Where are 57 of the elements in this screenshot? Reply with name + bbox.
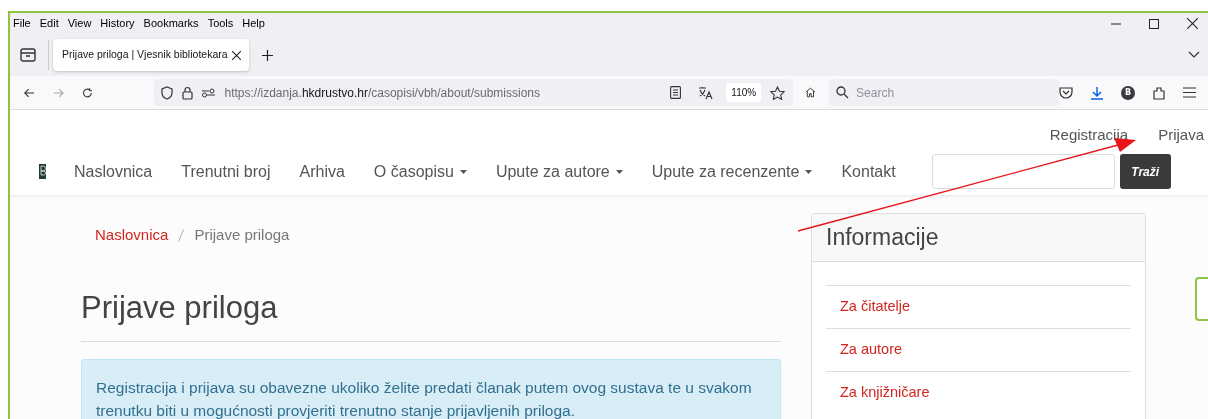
- page-heading: Prijave priloga: [81, 288, 279, 327]
- extensions-icon[interactable]: [1152, 85, 1167, 100]
- journal-logo-icon[interactable]: [39, 164, 46, 179]
- maximize-icon[interactable]: [1149, 18, 1159, 29]
- shield-icon[interactable]: [161, 85, 174, 100]
- pocket-icon[interactable]: [1059, 86, 1074, 99]
- permissions-icon[interactable]: [202, 87, 216, 98]
- close-icon[interactable]: [1187, 18, 1198, 29]
- caret-icon: [459, 169, 467, 174]
- panel-title: Informacije: [826, 223, 939, 253]
- nav-link[interactable]: Upute za recenzente: [651, 159, 813, 184]
- top-link[interactable]: Prijava: [1158, 124, 1204, 148]
- download-icon[interactable]: [1090, 85, 1105, 100]
- nav-link[interactable]: Naslovnica: [74, 159, 153, 184]
- menu-item[interactable]: Tools: [207, 15, 234, 32]
- new-tab-icon[interactable]: [262, 49, 273, 61]
- lock-icon[interactable]: [182, 85, 194, 100]
- menu-item[interactable]: Help: [242, 15, 265, 32]
- tab-list-icon[interactable]: [20, 48, 36, 62]
- caret-icon: [805, 169, 813, 174]
- nav-link[interactable]: O časopisu: [373, 159, 467, 184]
- site-search-field[interactable]: [931, 154, 1115, 189]
- home-icon[interactable]: [805, 86, 817, 99]
- translate-icon[interactable]: [698, 85, 714, 100]
- browser-tab[interactable]: Prijave priloga | Vjesnik bibliotekara: [53, 39, 249, 71]
- menu-item[interactable]: History: [100, 15, 135, 32]
- search-icon: [836, 86, 850, 99]
- nav-link[interactable]: Upute za autore: [495, 159, 623, 184]
- nav-link[interactable]: Arhiva: [299, 159, 345, 184]
- caret-icon: [615, 169, 623, 174]
- sidebar-link[interactable]: Za knjižničare: [840, 382, 930, 404]
- breadcrumb-item: Prijave priloga: [194, 225, 290, 245]
- nav-link[interactable]: Trenutni broj: [181, 159, 271, 184]
- bookmark-star-icon[interactable]: [770, 85, 786, 100]
- menu-item[interactable]: Edit: [39, 15, 59, 32]
- zoom-level[interactable]: 110%: [726, 83, 762, 102]
- menu-item[interactable]: View: [67, 15, 92, 32]
- nav-link[interactable]: Kontakt: [841, 159, 896, 184]
- search-field[interactable]: Search: [829, 79, 1060, 106]
- chevron-down-icon[interactable]: [1188, 51, 1200, 59]
- reader-view-icon[interactable]: [670, 86, 682, 99]
- url-text[interactable]: https://izdanja.hkdrustvo.hr/casopisi/vbh/about/submissions: [224, 83, 540, 102]
- menu-item[interactable]: Bookmarks: [143, 15, 199, 32]
- profile-avatar[interactable]: B: [1121, 85, 1136, 100]
- sidebar-link[interactable]: Za čitatelje: [840, 296, 911, 318]
- breadcrumb-item[interactable]: Naslovnica: [95, 224, 169, 247]
- menu-icon[interactable]: [1183, 87, 1197, 98]
- sidebar-link[interactable]: Za autore: [840, 339, 903, 361]
- breadcrumb-separator-icon: [178, 228, 185, 242]
- reload-icon[interactable]: [81, 85, 93, 100]
- info-notice: Registracija i prijava su obavezne ukoliko želite predati članak putem ovog sustava te u svakom trenutku biti u mogućnosti provjeriti trenutno stanje prijavljenih priloga.: [81, 359, 781, 419]
- back-icon[interactable]: [24, 86, 35, 99]
- menu-item[interactable]: File: [13, 15, 31, 32]
- close-tab-icon[interactable]: [232, 50, 241, 60]
- top-link[interactable]: Registracija: [1049, 124, 1129, 148]
- address-bar[interactable]: https://izdanja.hkdrustvo.hr/casopisi/vbh/about/submissions 110%: [154, 79, 794, 106]
- search-button[interactable]: Traži: [1119, 154, 1171, 189]
